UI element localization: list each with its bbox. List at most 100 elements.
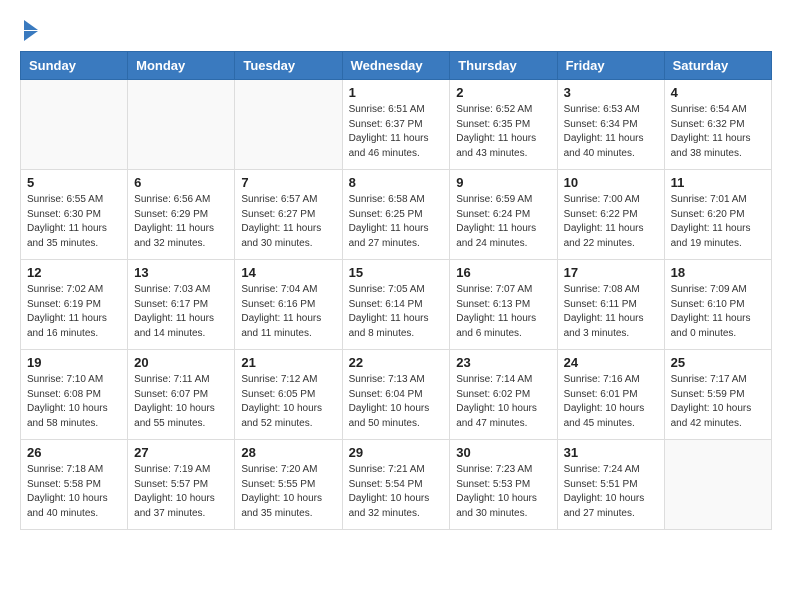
calendar-cell: 8 Sunrise: 6:58 AM Sunset: 6:25 PM Daylig… (342, 170, 450, 260)
day-info: Sunrise: 7:02 AM Sunset: 6:19 PM Dayligh… (27, 283, 121, 341)
page-header (20, 20, 772, 41)
day-number: 13 (134, 265, 228, 280)
calendar-cell: 31 Sunrise: 7:24 AM Sunset: 5:51 PM Dayli… (557, 440, 664, 530)
day-number: 2 (456, 85, 550, 100)
day-info: Sunrise: 6:54 AM Sunset: 6:32 PM Dayligh… (671, 103, 765, 161)
day-info: Sunrise: 7:12 AM Sunset: 6:05 PM Dayligh… (241, 373, 335, 431)
day-number: 24 (564, 355, 658, 370)
day-info: Sunrise: 7:05 AM Sunset: 6:14 PM Dayligh… (349, 283, 444, 341)
day-number: 29 (349, 445, 444, 460)
day-number: 10 (564, 175, 658, 190)
day-info: Sunrise: 7:20 AM Sunset: 5:55 PM Dayligh… (241, 463, 335, 521)
day-info: Sunrise: 6:56 AM Sunset: 6:29 PM Dayligh… (134, 193, 228, 251)
calendar-week-2: 5 Sunrise: 6:55 AM Sunset: 6:30 PM Daylig… (21, 170, 772, 260)
day-info: Sunrise: 6:58 AM Sunset: 6:25 PM Dayligh… (349, 193, 444, 251)
day-number: 4 (671, 85, 765, 100)
calendar-cell: 7 Sunrise: 6:57 AM Sunset: 6:27 PM Daylig… (235, 170, 342, 260)
calendar-cell (21, 80, 128, 170)
calendar-cell (664, 440, 771, 530)
day-number: 14 (241, 265, 335, 280)
day-number: 31 (564, 445, 658, 460)
calendar-cell: 5 Sunrise: 6:55 AM Sunset: 6:30 PM Daylig… (21, 170, 128, 260)
day-info: Sunrise: 7:23 AM Sunset: 5:53 PM Dayligh… (456, 463, 550, 521)
day-info: Sunrise: 7:09 AM Sunset: 6:10 PM Dayligh… (671, 283, 765, 341)
calendar-cell: 20 Sunrise: 7:11 AM Sunset: 6:07 PM Dayli… (128, 350, 235, 440)
day-number: 18 (671, 265, 765, 280)
day-info: Sunrise: 6:52 AM Sunset: 6:35 PM Dayligh… (456, 103, 550, 161)
calendar-header-sunday: Sunday (21, 52, 128, 80)
day-number: 15 (349, 265, 444, 280)
calendar-cell: 11Sunrise: 7:01 AM Sunset: 6:20 PM Dayli… (664, 170, 771, 260)
calendar-week-5: 26 Sunrise: 7:18 AM Sunset: 5:58 PM Dayli… (21, 440, 772, 530)
calendar-cell: 28 Sunrise: 7:20 AM Sunset: 5:55 PM Dayli… (235, 440, 342, 530)
day-number: 11 (671, 175, 765, 190)
calendar-cell: 23 Sunrise: 7:14 AM Sunset: 6:02 PM Dayli… (450, 350, 557, 440)
calendar-cell: 19 Sunrise: 7:10 AM Sunset: 6:08 PM Dayli… (21, 350, 128, 440)
calendar-cell: 12 Sunrise: 7:02 AM Sunset: 6:19 PM Dayli… (21, 260, 128, 350)
calendar-cell: 1Sunrise: 6:51 AM Sunset: 6:37 PM Daylig… (342, 80, 450, 170)
calendar-cell: 30 Sunrise: 7:23 AM Sunset: 5:53 PM Dayli… (450, 440, 557, 530)
day-info: Sunrise: 6:55 AM Sunset: 6:30 PM Dayligh… (27, 193, 121, 251)
calendar-cell: 24Sunrise: 7:16 AM Sunset: 6:01 PM Dayli… (557, 350, 664, 440)
calendar-header-thursday: Thursday (450, 52, 557, 80)
calendar-cell: 17Sunrise: 7:08 AM Sunset: 6:11 PM Dayli… (557, 260, 664, 350)
day-info: Sunrise: 6:53 AM Sunset: 6:34 PM Dayligh… (564, 103, 658, 161)
calendar-body: 1Sunrise: 6:51 AM Sunset: 6:37 PM Daylig… (21, 80, 772, 530)
day-number: 27 (134, 445, 228, 460)
calendar-cell: 18 Sunrise: 7:09 AM Sunset: 6:10 PM Dayli… (664, 260, 771, 350)
day-info: Sunrise: 7:18 AM Sunset: 5:58 PM Dayligh… (27, 463, 121, 521)
day-number: 19 (27, 355, 121, 370)
day-info: Sunrise: 7:17 AM Sunset: 5:59 PM Dayligh… (671, 373, 765, 431)
day-number: 7 (241, 175, 335, 190)
calendar-cell: 15 Sunrise: 7:05 AM Sunset: 6:14 PM Dayli… (342, 260, 450, 350)
day-info: Sunrise: 7:07 AM Sunset: 6:13 PM Dayligh… (456, 283, 550, 341)
day-info: Sunrise: 7:04 AM Sunset: 6:16 PM Dayligh… (241, 283, 335, 341)
day-number: 28 (241, 445, 335, 460)
calendar-header-tuesday: Tuesday (235, 52, 342, 80)
calendar-header-monday: Monday (128, 52, 235, 80)
day-number: 21 (241, 355, 335, 370)
calendar-week-1: 1Sunrise: 6:51 AM Sunset: 6:37 PM Daylig… (21, 80, 772, 170)
logo (20, 20, 38, 41)
calendar-cell: 4 Sunrise: 6:54 AM Sunset: 6:32 PM Daylig… (664, 80, 771, 170)
calendar-cell: 3 Sunrise: 6:53 AM Sunset: 6:34 PM Daylig… (557, 80, 664, 170)
calendar-header-wednesday: Wednesday (342, 52, 450, 80)
calendar-header-saturday: Saturday (664, 52, 771, 80)
day-number: 16 (456, 265, 550, 280)
day-number: 3 (564, 85, 658, 100)
calendar-cell: 25 Sunrise: 7:17 AM Sunset: 5:59 PM Dayli… (664, 350, 771, 440)
day-number: 6 (134, 175, 228, 190)
day-info: Sunrise: 7:10 AM Sunset: 6:08 PM Dayligh… (27, 373, 121, 431)
day-number: 1 (349, 85, 444, 100)
day-number: 26 (27, 445, 121, 460)
calendar-cell: 13Sunrise: 7:03 AM Sunset: 6:17 PM Dayli… (128, 260, 235, 350)
day-number: 25 (671, 355, 765, 370)
calendar-cell: 22Sunrise: 7:13 AM Sunset: 6:04 PM Dayli… (342, 350, 450, 440)
day-info: Sunrise: 7:21 AM Sunset: 5:54 PM Dayligh… (349, 463, 444, 521)
day-info: Sunrise: 7:14 AM Sunset: 6:02 PM Dayligh… (456, 373, 550, 431)
calendar-cell: 9Sunrise: 6:59 AM Sunset: 6:24 PM Daylig… (450, 170, 557, 260)
calendar-cell: 29 Sunrise: 7:21 AM Sunset: 5:54 PM Dayli… (342, 440, 450, 530)
calendar-cell: 26 Sunrise: 7:18 AM Sunset: 5:58 PM Dayli… (21, 440, 128, 530)
calendar-cell (128, 80, 235, 170)
day-info: Sunrise: 7:24 AM Sunset: 5:51 PM Dayligh… (564, 463, 658, 521)
calendar-cell: 6 Sunrise: 6:56 AM Sunset: 6:29 PM Daylig… (128, 170, 235, 260)
day-number: 30 (456, 445, 550, 460)
calendar-cell: 21 Sunrise: 7:12 AM Sunset: 6:05 PM Dayli… (235, 350, 342, 440)
calendar-cell: 10 Sunrise: 7:00 AM Sunset: 6:22 PM Dayli… (557, 170, 664, 260)
day-info: Sunrise: 7:00 AM Sunset: 6:22 PM Dayligh… (564, 193, 658, 251)
day-info: Sunrise: 7:11 AM Sunset: 6:07 PM Dayligh… (134, 373, 228, 431)
day-number: 5 (27, 175, 121, 190)
day-number: 9 (456, 175, 550, 190)
day-number: 8 (349, 175, 444, 190)
day-number: 23 (456, 355, 550, 370)
calendar-cell: 14 Sunrise: 7:04 AM Sunset: 6:16 PM Dayli… (235, 260, 342, 350)
day-number: 12 (27, 265, 121, 280)
day-number: 22 (349, 355, 444, 370)
day-info: Sunrise: 7:08 AM Sunset: 6:11 PM Dayligh… (564, 283, 658, 341)
calendar-week-3: 12 Sunrise: 7:02 AM Sunset: 6:19 PM Dayli… (21, 260, 772, 350)
calendar: SundayMondayTuesdayWednesdayThursdayFrid… (20, 51, 772, 530)
day-number: 20 (134, 355, 228, 370)
calendar-cell (235, 80, 342, 170)
day-info: Sunrise: 6:57 AM Sunset: 6:27 PM Dayligh… (241, 193, 335, 251)
